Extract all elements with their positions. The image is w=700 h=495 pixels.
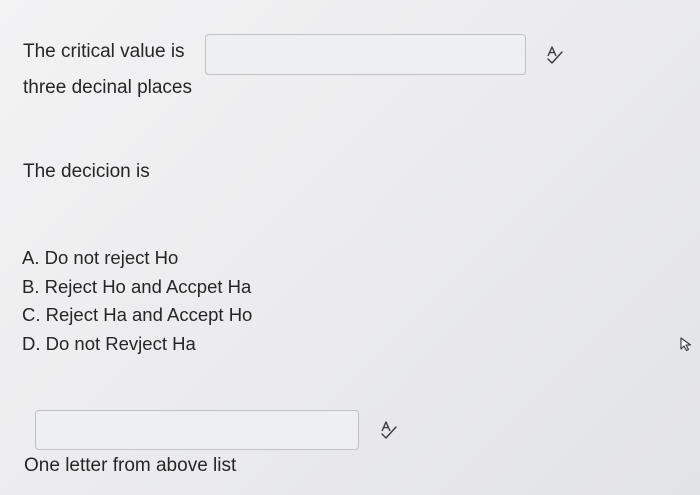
- mouse-pointer-icon: [680, 337, 692, 352]
- decision-options-list: A. Do not reject Ho B. Reject Ho and Acc…: [22, 244, 252, 358]
- option-b: B. Reject Ho and Accpet Ha: [22, 275, 252, 297]
- spellcheck-icon[interactable]: [544, 44, 566, 66]
- critical-value-input[interactable]: [205, 34, 526, 75]
- decision-input[interactable]: [35, 410, 359, 450]
- option-a: A. Do not reject Ho: [22, 247, 179, 268]
- spellcheck-icon[interactable]: [378, 419, 400, 441]
- decision-hint: One letter from above list: [24, 455, 237, 476]
- option-d: D. Do not Revject Ha: [22, 332, 196, 354]
- critical-value-label: The critical value is: [23, 41, 185, 62]
- decision-label: The decicion is: [23, 161, 150, 182]
- option-c: C. Reject Ha and Accept Ho: [22, 304, 253, 325]
- critical-value-hint: three decinal places: [23, 77, 192, 98]
